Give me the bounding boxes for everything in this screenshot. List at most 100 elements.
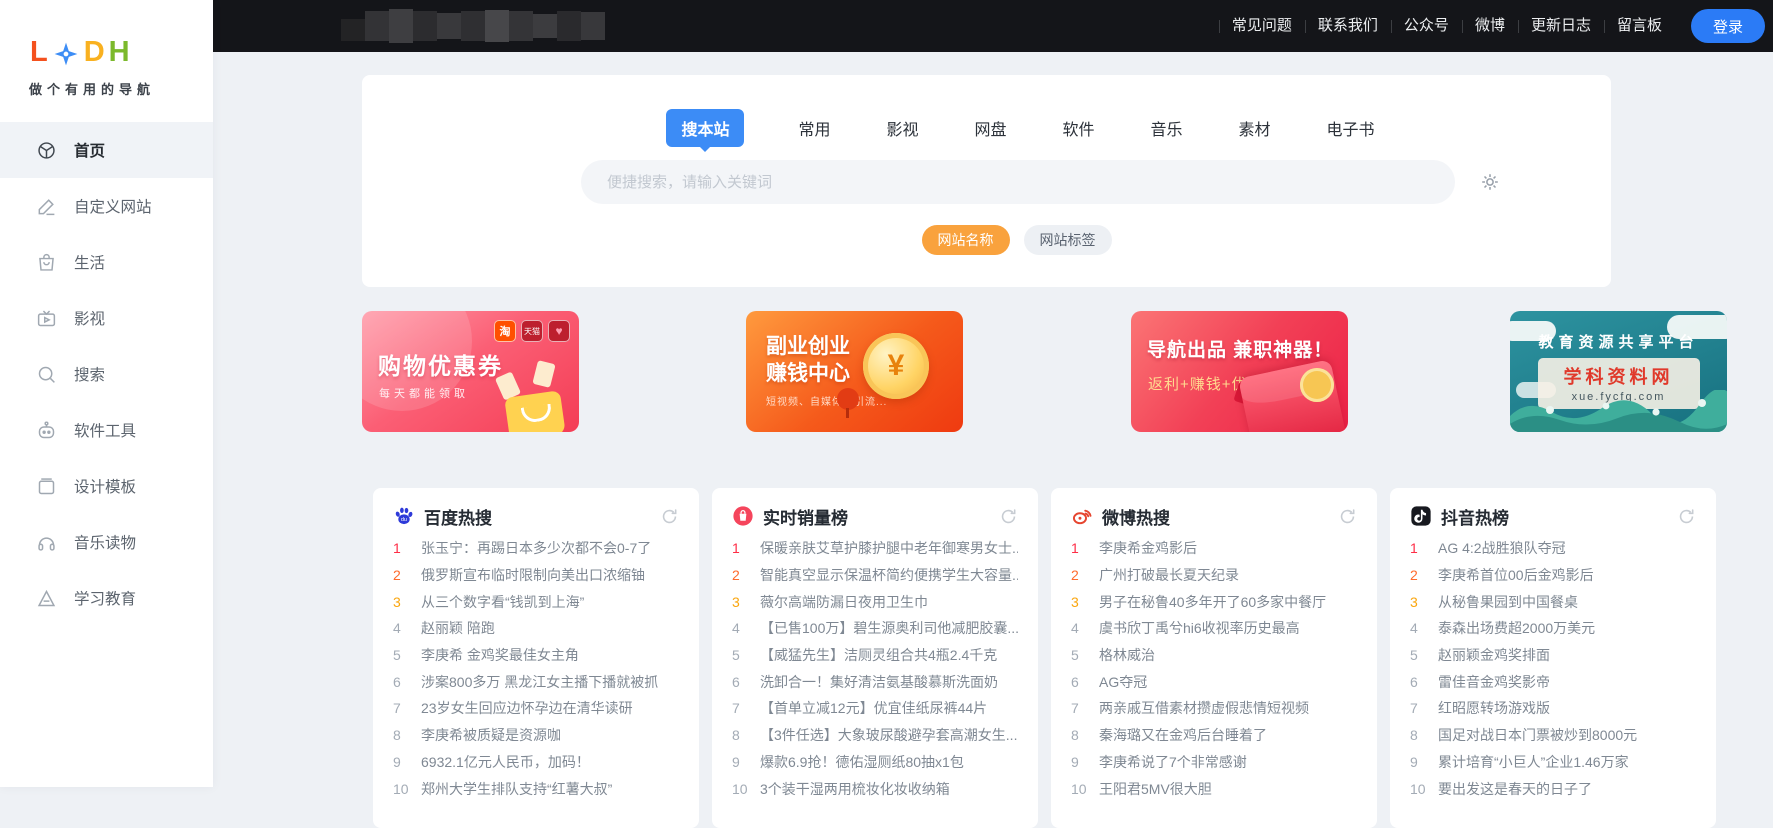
hot-list-item[interactable]: 2 李庚希首位00后金鸡影后 bbox=[1410, 562, 1696, 589]
red-envelope-icon bbox=[1238, 359, 1348, 432]
hot-list-item[interactable]: 8 李庚希被质疑是资源咖 bbox=[393, 722, 679, 749]
hot-list-item[interactable]: 10 要出发这是春天的日子了 bbox=[1410, 775, 1696, 802]
search-tab[interactable]: 常用 bbox=[796, 109, 832, 147]
hot-list-item[interactable]: 4 【已售100万】碧生源奥利司他减肥胶囊... bbox=[732, 615, 1018, 642]
rank-badge: 6 bbox=[393, 673, 401, 690]
filter-site-name-button[interactable]: 网站名称 bbox=[921, 225, 1010, 255]
sidebar-item-movies[interactable]: 影视 bbox=[0, 290, 213, 346]
hot-list-item[interactable]: 3 男子在秘鲁40多年开了60多家中餐厅 bbox=[1071, 588, 1357, 615]
refresh-icon[interactable] bbox=[1338, 507, 1357, 526]
topbar-link[interactable]: 更新日志 bbox=[1517, 0, 1604, 52]
sidebar-item-music-reading[interactable]: 音乐读物 bbox=[0, 514, 213, 570]
hot-item-text: 累计培育“小巨人”企业1.46万家 bbox=[1438, 753, 1629, 770]
hot-list-item[interactable]: 9 李庚希说了7个非常感谢 bbox=[1071, 749, 1357, 776]
hot-list-item[interactable]: 9 爆款6.9抢！德佑湿厕纸80抽x1包 bbox=[732, 749, 1018, 776]
card-header: 微博热搜 bbox=[1071, 504, 1357, 528]
home-compass-icon bbox=[36, 140, 57, 161]
hot-list-item[interactable]: 8 国足对战日本门票被炒到8000元 bbox=[1410, 722, 1696, 749]
sidebar-item-design-templates[interactable]: 设计模板 bbox=[0, 458, 213, 514]
hot-list-item[interactable]: 6 AG夺冠 bbox=[1071, 668, 1357, 695]
hot-list-item[interactable]: 4 泰森出场费超2000万美元 bbox=[1410, 615, 1696, 642]
hot-list-item[interactable]: 7 红昭愿转场游戏版 bbox=[1410, 695, 1696, 722]
sidebar-item-life[interactable]: 生活 bbox=[0, 234, 213, 290]
hot-list-item[interactable]: 3 从三个数字看“钱凯到上海” bbox=[393, 588, 679, 615]
topbar-link[interactable]: 常见问题 bbox=[1218, 0, 1305, 52]
hot-item-text: 【首单立减12元】优宜佳纸尿裤44片 bbox=[760, 700, 988, 717]
hot-list-item[interactable]: 6 洗卸合一！集好清洁氨基酸慕斯洗面奶 bbox=[732, 668, 1018, 695]
smiling-bag-icon bbox=[504, 390, 566, 432]
login-button[interactable]: 登录 bbox=[1690, 9, 1765, 43]
sidebar-item-home[interactable]: 首页 bbox=[0, 122, 213, 178]
rank-badge: 4 bbox=[393, 620, 401, 637]
hot-list-item[interactable]: 5 【威猛先生】洁厕灵组合共4瓶2.4千克 bbox=[732, 642, 1018, 669]
logo[interactable]: L D H bbox=[0, 0, 213, 67]
search-tab[interactable]: 搜本站 bbox=[666, 109, 745, 147]
hot-list-item[interactable]: 5 格林威治 bbox=[1071, 642, 1357, 669]
topbar-link[interactable]: 留言板 bbox=[1603, 0, 1675, 52]
hot-list-item[interactable]: 1 张玉宁：再踢日本多少次都不会0-7了 bbox=[393, 535, 679, 562]
hot-list-item[interactable]: 7 23岁女生回应边怀孕边在清华读研 bbox=[393, 695, 679, 722]
rank-badge: 5 bbox=[1410, 647, 1418, 664]
sidebar-item-custom-sites[interactable]: 自定义网站 bbox=[0, 178, 213, 234]
refresh-icon[interactable] bbox=[1677, 507, 1696, 526]
hot-list-item[interactable]: 2 智能真空显示保温杯简约便携学生大容量... bbox=[732, 562, 1018, 589]
hot-list-item[interactable]: 2 广州打破最长夏天纪录 bbox=[1071, 562, 1357, 589]
topbar-link[interactable]: 公众号 bbox=[1390, 0, 1462, 52]
banner-title: 购物优惠券 bbox=[378, 353, 503, 379]
hot-list-item[interactable]: 7 【首单立减12元】优宜佳纸尿裤44片 bbox=[732, 695, 1018, 722]
hot-list-item[interactable]: 6 涉案800多万 黑龙江女主播下播就被抓 bbox=[393, 668, 679, 695]
rank-badge: 7 bbox=[1410, 700, 1418, 717]
hot-list-item[interactable]: 9 6932.1亿元人民币，加码！ bbox=[393, 749, 679, 776]
hot-list-item[interactable]: 10 王阳君5MV很大胆 bbox=[1071, 775, 1357, 802]
refresh-icon[interactable] bbox=[660, 507, 679, 526]
hot-list-item[interactable]: 1 李庚希金鸡影后 bbox=[1071, 535, 1357, 562]
hot-list-item[interactable]: 4 虞书欣丁禹兮hi6收视率历史最高 bbox=[1071, 615, 1357, 642]
banner-parttime-tool[interactable]: 导航出品 兼职神器！ 返利+赚钱+优惠券 bbox=[1131, 311, 1348, 432]
rank-badge: 2 bbox=[732, 567, 740, 584]
hot-list-item[interactable]: 1 保暖亲肤艾草护膝护腿中老年御寒男女士... bbox=[732, 535, 1018, 562]
hot-list-item[interactable]: 6 雷佳音金鸡奖影帝 bbox=[1410, 668, 1696, 695]
search-input[interactable] bbox=[581, 160, 1455, 204]
filter-site-tag-button[interactable]: 网站标签 bbox=[1023, 225, 1112, 255]
search-tab[interactable]: 软件 bbox=[1061, 109, 1097, 147]
hot-item-text: 3个装干湿两用梳妆化妆收纳箱 bbox=[760, 780, 950, 797]
hot-item-text: 【3件任选】大象玻尿酸避孕套高潮女生... bbox=[760, 727, 1018, 744]
sidebar-item-label: 生活 bbox=[74, 255, 106, 272]
sidebar-item-label: 影视 bbox=[74, 311, 106, 328]
card-header: du 百度热搜 bbox=[393, 504, 679, 528]
sidebar-item-search[interactable]: 搜索 bbox=[0, 346, 213, 402]
hot-list-item[interactable]: 7 两亲戚互借素材攒虚假悲情短视频 bbox=[1071, 695, 1357, 722]
hot-list-item[interactable]: 8 【3件任选】大象玻尿酸避孕套高潮女生... bbox=[732, 722, 1018, 749]
search-tab[interactable]: 影视 bbox=[884, 109, 920, 147]
card-header: 实时销量榜 bbox=[732, 504, 1018, 528]
hot-list-item[interactable]: 8 秦海璐又在金鸡后台睡着了 bbox=[1071, 722, 1357, 749]
banner-education-resources[interactable]: 教育资源共享平台 学科资料网 xue.fycfg.com bbox=[1510, 311, 1727, 432]
topbar-link[interactable]: 联系我们 bbox=[1304, 0, 1391, 52]
hot-list-item[interactable]: 2 俄罗斯宣布临时限制向美出口浓缩铀 bbox=[393, 562, 679, 589]
gear-icon[interactable] bbox=[1479, 171, 1501, 193]
card-title: 百度热搜 bbox=[424, 508, 492, 528]
hot-list-item[interactable]: 9 累计培育“小巨人”企业1.46万家 bbox=[1410, 749, 1696, 776]
hot-list-item[interactable]: 1 AG 4:2战胜狼队夺冠 bbox=[1410, 535, 1696, 562]
sales-bag-icon bbox=[732, 505, 754, 527]
search-tab[interactable]: 素材 bbox=[1237, 109, 1273, 147]
sidebar-item-software-tools[interactable]: 软件工具 bbox=[0, 402, 213, 458]
refresh-icon[interactable] bbox=[999, 507, 1018, 526]
rank-badge: 8 bbox=[393, 727, 401, 744]
search-tab[interactable]: 网盘 bbox=[972, 109, 1008, 147]
hot-list-item[interactable]: 3 从秘鲁果园到中国餐桌 bbox=[1410, 588, 1696, 615]
search-tab[interactable]: 音乐 bbox=[1149, 109, 1185, 147]
rank-badge: 5 bbox=[1071, 647, 1079, 664]
hot-list-item[interactable]: 5 赵丽颖金鸡奖排面 bbox=[1410, 642, 1696, 669]
hot-list-item[interactable]: 10 郑州大学生排队支持“红薯大叔” bbox=[393, 775, 679, 802]
hot-item-text: AG夺冠 bbox=[1099, 673, 1148, 690]
banner-side-business[interactable]: 副业创业 赚钱中心 短视频、自媒体、引流... ¥ bbox=[746, 311, 963, 432]
topbar-link[interactable]: 微博 bbox=[1461, 0, 1518, 52]
hot-list-item[interactable]: 4 赵丽颖 陪跑 bbox=[393, 615, 679, 642]
banner-shopping-coupons[interactable]: 淘 天猫 ♥ 购物优惠券 每天都能领取 bbox=[362, 311, 579, 432]
hot-list-item[interactable]: 5 李庚希 金鸡奖最佳女主角 bbox=[393, 642, 679, 669]
hot-list-item[interactable]: 10 3个装干湿两用梳妆化妆收纳箱 bbox=[732, 775, 1018, 802]
hot-list-item[interactable]: 3 薇尔高端防漏日夜用卫生巾 bbox=[732, 588, 1018, 615]
search-tab[interactable]: 电子书 bbox=[1325, 109, 1377, 147]
sidebar-item-education[interactable]: 学习教育 bbox=[0, 570, 213, 626]
